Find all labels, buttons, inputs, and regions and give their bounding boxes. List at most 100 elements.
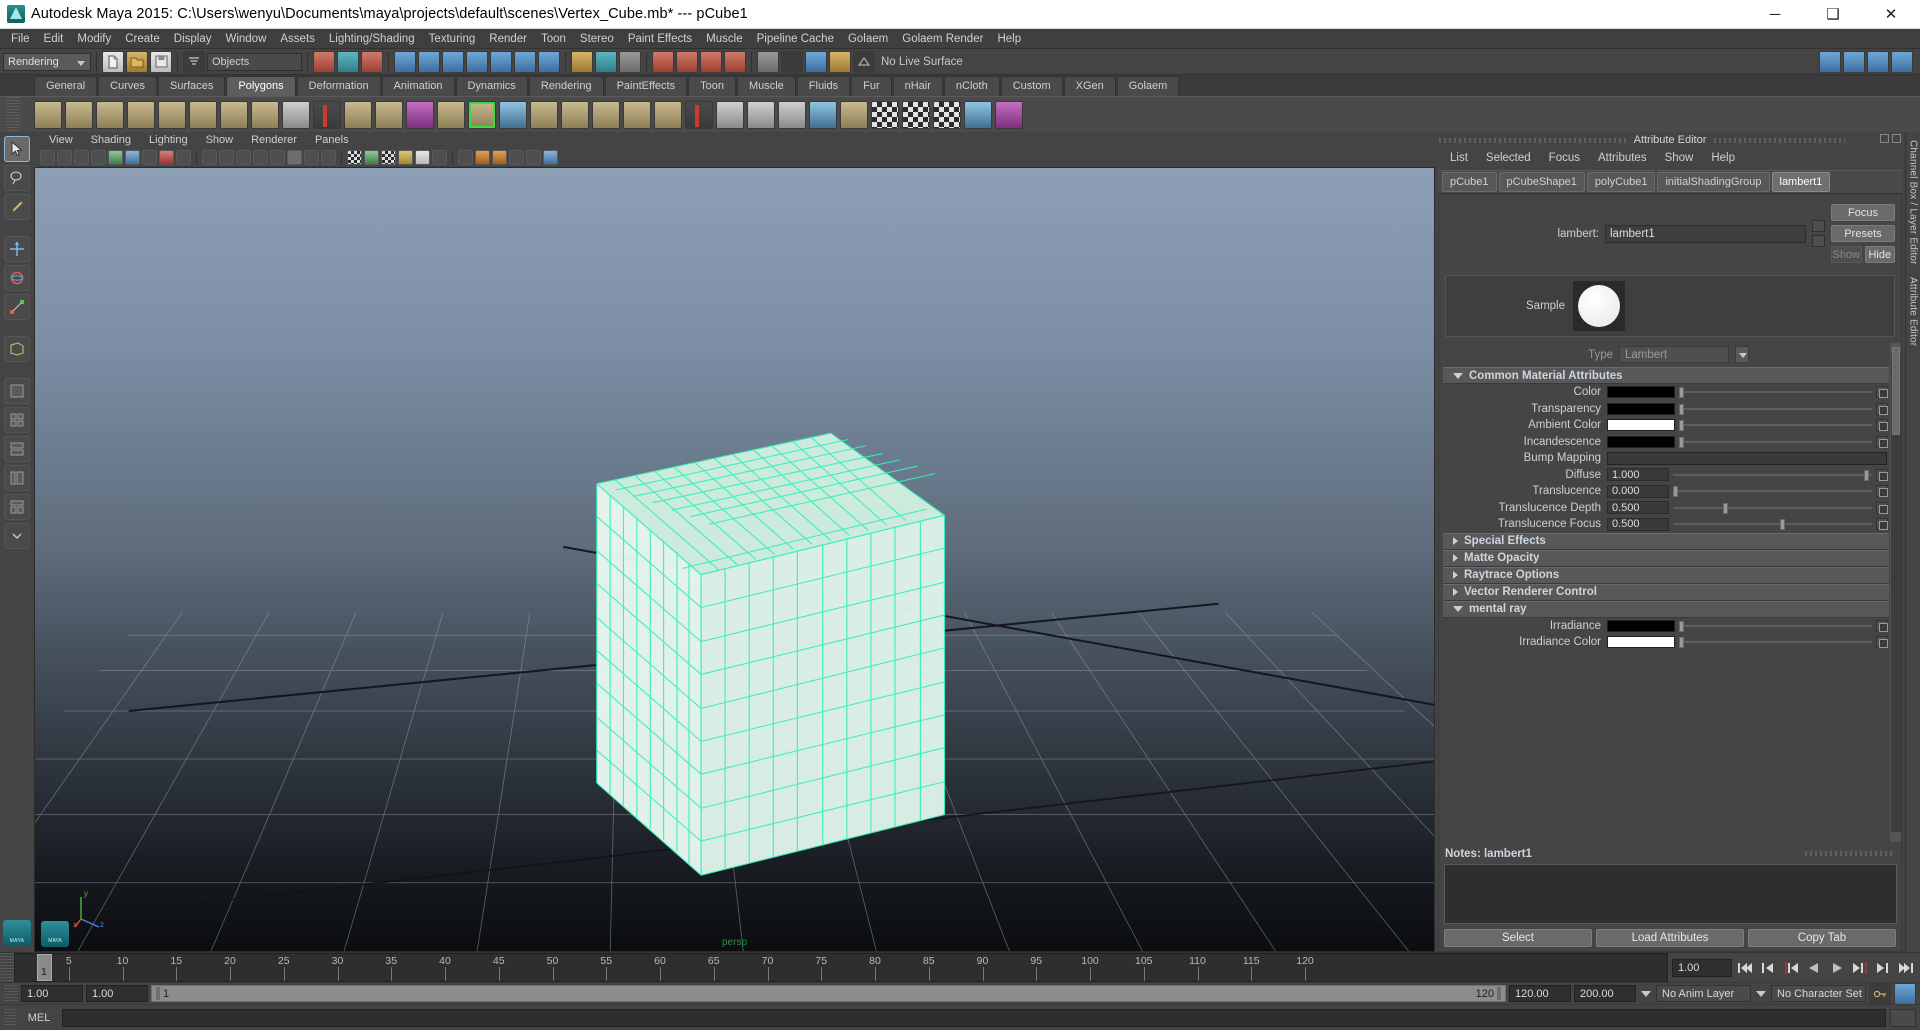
layout-hypershade-icon[interactable] <box>4 494 30 520</box>
polygon-helix-icon[interactable] <box>313 100 341 129</box>
shelf-grip[interactable] <box>6 97 20 132</box>
layout-persp-outliner-icon[interactable] <box>4 465 30 491</box>
script-editor-icon[interactable] <box>1890 1008 1916 1027</box>
viewport-menu-renderer[interactable]: Renderer <box>242 134 306 146</box>
slider-knob[interactable] <box>1679 420 1684 432</box>
section-header-matte-opacity[interactable]: Matte Opacity <box>1443 549 1889 567</box>
shelf-tab-surfaces[interactable]: Surfaces <box>157 76 226 96</box>
image-plane-icon[interactable] <box>108 150 123 165</box>
polygon-smooth-icon[interactable] <box>530 100 558 129</box>
polygon-cube-icon[interactable] <box>65 100 93 129</box>
polygon-merge-vertices-icon[interactable] <box>809 100 837 129</box>
ae-menu-focus[interactable]: Focus <box>1540 152 1589 164</box>
color-swatch[interactable] <box>1607 419 1675 432</box>
use-default-lighting-icon[interactable] <box>381 150 396 165</box>
bookmarks-icon[interactable] <box>91 150 106 165</box>
attribute-slider[interactable] <box>1673 469 1872 481</box>
select-by-component-type-icon[interactable] <box>361 50 383 73</box>
polygon-combine-icon[interactable] <box>437 100 465 129</box>
screen-space-ao-icon[interactable] <box>415 150 430 165</box>
lasso-tool-icon[interactable] <box>4 165 30 191</box>
ae-menu-show[interactable]: Show <box>1656 152 1703 164</box>
motion-blur-icon[interactable] <box>432 150 447 165</box>
make-live-icon[interactable] <box>538 50 560 73</box>
time-slider-track[interactable]: 1 5 10 15 20 25 30 35 40 45 50 55 60 65 70 75 80 85 90 95 1… <box>14 953 1668 982</box>
animation-preferences-icon[interactable] <box>1894 982 1916 1005</box>
polygon-plane-icon[interactable] <box>158 100 186 129</box>
attribute-slider[interactable] <box>1673 485 1872 498</box>
open-scene-icon[interactable] <box>126 50 148 73</box>
section-header-special-effects[interactable]: Special Effects <box>1443 532 1889 550</box>
shelf-tab-curves[interactable]: Curves <box>98 76 157 96</box>
paint-selection-tool-icon[interactable] <box>4 194 30 220</box>
display-textures-icon[interactable] <box>492 150 507 165</box>
presets-button[interactable]: Presets <box>1831 225 1895 242</box>
close-button[interactable]: ✕ <box>1862 0 1920 29</box>
map-button[interactable] <box>1876 435 1888 448</box>
x-ray-display-icon[interactable] <box>304 150 319 165</box>
polygon-split-polygon-icon[interactable] <box>747 100 775 129</box>
render-sequence-icon[interactable] <box>700 50 722 73</box>
render-settings-icon[interactable] <box>619 50 641 73</box>
channel-box-layer-editor-tab[interactable]: Channel Box / Layer Editor <box>1908 140 1919 265</box>
input-connection-icon[interactable] <box>1812 220 1825 232</box>
snap-to-live-object-icon[interactable] <box>514 50 536 73</box>
ae-footer-button-select[interactable]: Select <box>1444 929 1592 947</box>
show-manipulator-tool-icon[interactable] <box>4 336 30 362</box>
show-tool-settings-icon[interactable] <box>1891 50 1913 73</box>
slider-knob[interactable] <box>1673 486 1678 498</box>
section-toggle-icon[interactable] <box>1453 372 1463 379</box>
shelf-tab-ncloth[interactable]: nCloth <box>943 76 1000 96</box>
snap-to-point-icon[interactable] <box>442 50 464 73</box>
section-header-common-material-attributes[interactable]: Common Material Attributes <box>1443 367 1889 384</box>
menu-item-display[interactable]: Display <box>167 31 219 47</box>
step-forward-frame-button[interactable] <box>1850 958 1870 978</box>
polygon-pyramid-icon[interactable] <box>220 100 248 129</box>
attribute-slider[interactable] <box>1679 636 1872 649</box>
range-right-handle[interactable] <box>1497 987 1501 1000</box>
uv-editor-icon[interactable] <box>829 50 851 73</box>
uv-cylindrical-mapping-icon[interactable] <box>902 100 930 129</box>
menu-item-render[interactable]: Render <box>482 31 534 47</box>
slider-knob[interactable] <box>1679 436 1684 448</box>
range-slider[interactable]: 1 120 <box>151 985 1506 1002</box>
scale-tool-icon[interactable] <box>4 294 30 320</box>
range-left-handle[interactable] <box>156 987 160 1000</box>
attribute-value-field[interactable]: 0.500 <box>1607 501 1669 515</box>
shelf-tab-toon[interactable]: Toon <box>688 76 736 96</box>
shelf-tab-xgen[interactable]: XGen <box>1063 76 1116 96</box>
perspective-viewport[interactable]: y z x persp <box>34 167 1435 952</box>
viewport-renderer-icon[interactable] <box>543 150 558 165</box>
uv-automatic-mapping-icon[interactable] <box>964 100 992 129</box>
show-attribute-editor-icon[interactable] <box>1867 50 1889 73</box>
slider-knob[interactable] <box>1722 502 1728 514</box>
shelf-tab-painteffects[interactable]: PaintEffects <box>604 76 688 96</box>
flat-shade-icon[interactable] <box>253 150 268 165</box>
selection-mask-field[interactable]: Objects <box>207 52 302 71</box>
ae-node-tab-pcube1[interactable]: pCube1 <box>1442 172 1497 192</box>
output-connection-icon[interactable] <box>1812 235 1825 247</box>
scroll-down-arrow[interactable] <box>1891 832 1901 842</box>
polygon-extrude-icon[interactable] <box>561 100 589 129</box>
select-by-object-type-icon[interactable] <box>337 50 359 73</box>
attribute-slider[interactable] <box>1679 403 1872 415</box>
range-start-field[interactable]: 1.00 <box>21 985 83 1002</box>
section-header-mental-ray[interactable]: mental ray <box>1443 600 1889 618</box>
maximize-button[interactable]: ❑ <box>1804 0 1862 29</box>
hardware-texturing-icon[interactable] <box>347 150 362 165</box>
slider-knob[interactable] <box>1679 637 1684 649</box>
layout-two-pane-stacked-icon[interactable] <box>4 436 30 462</box>
slider-knob[interactable] <box>1679 387 1684 399</box>
slider-knob[interactable] <box>1864 469 1870 481</box>
character-set-dropdown-arrow[interactable] <box>1754 985 1768 1002</box>
command-input-field[interactable] <box>62 1008 1886 1027</box>
uv-spherical-mapping-icon[interactable] <box>933 100 961 129</box>
move-tool-icon[interactable] <box>4 236 30 262</box>
section-header-raytrace-options[interactable]: Raytrace Options <box>1443 566 1889 584</box>
panel-undock-icon[interactable] <box>1880 134 1889 143</box>
ae-footer-button-load-attributes[interactable]: Load Attributes <box>1596 929 1744 947</box>
anim-layer-dropdown-arrow[interactable] <box>1639 985 1653 1002</box>
attribute-editor-scrollbar[interactable] <box>1890 343 1901 842</box>
layout-four-pane-icon[interactable] <box>4 407 30 433</box>
scrollbar-thumb[interactable] <box>1892 347 1900 435</box>
